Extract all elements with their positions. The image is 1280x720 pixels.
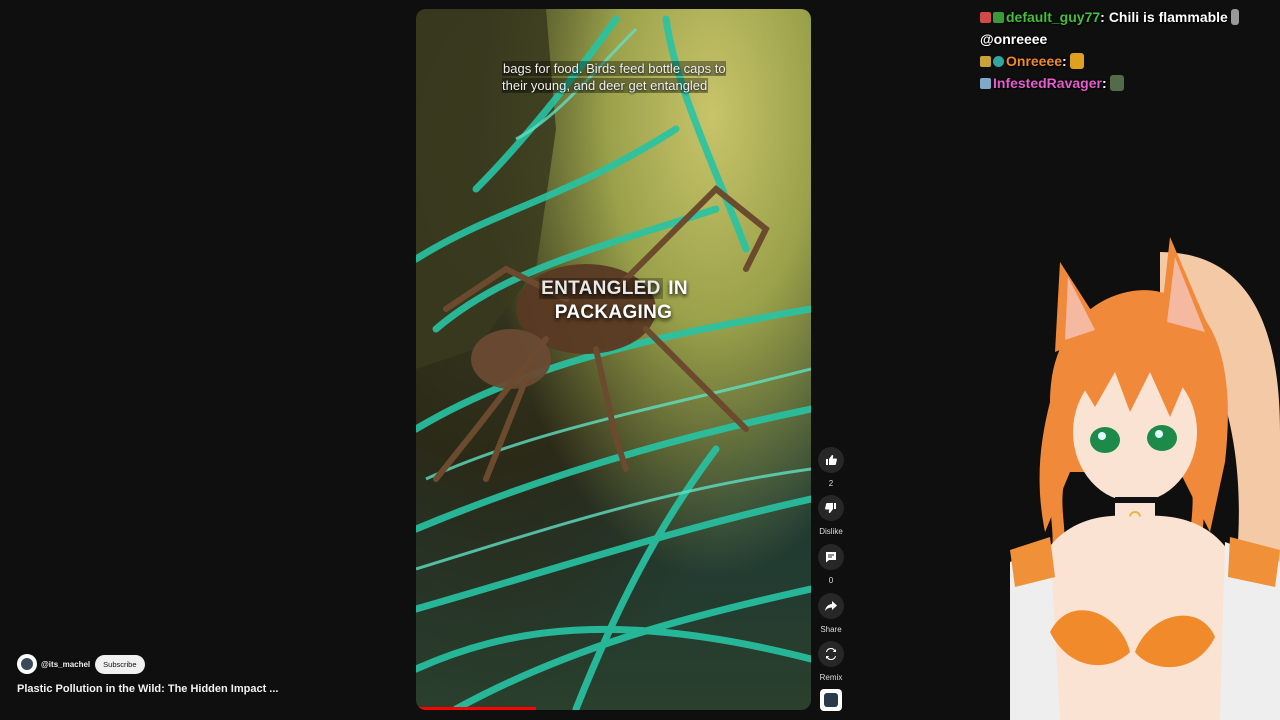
thumbs-up-icon xyxy=(826,455,837,465)
subscribe-button[interactable]: Subscribe xyxy=(95,654,145,674)
like-action: 2 xyxy=(817,447,845,488)
badge-icon xyxy=(980,11,991,23)
chat-separator: : xyxy=(1101,75,1107,91)
share-label: Share xyxy=(820,625,842,634)
remix-button[interactable] xyxy=(818,641,844,667)
video-progress-bar[interactable] xyxy=(416,707,536,710)
remix-icon xyxy=(826,648,836,660)
remix-action: Remix xyxy=(817,641,845,682)
channel-handle[interactable]: @its_machel xyxy=(41,660,90,669)
emote-icon xyxy=(1109,75,1124,91)
channel-logo xyxy=(824,693,838,707)
chat-separator: : xyxy=(1062,53,1067,69)
chat-message: default_guy77 : Chili is flammable xyxy=(980,6,1270,28)
channel-row: @its_machel Subscribe xyxy=(17,654,145,674)
chat-message: Onreeee : xyxy=(980,50,1270,72)
stream-chat-overlay: default_guy77 : Chili is flammable @onre… xyxy=(980,6,1270,94)
share-button[interactable] xyxy=(818,593,844,619)
chat-username: Onreeee xyxy=(1006,53,1063,69)
comment-button[interactable] xyxy=(818,544,844,570)
badge-icon xyxy=(980,77,991,89)
badge-icon xyxy=(980,55,991,67)
dislike-button[interactable] xyxy=(818,495,844,521)
video-frame-art xyxy=(416,9,811,710)
channel-thumbnail[interactable] xyxy=(820,689,842,711)
subtitle-caption: bags for food. Birds feed bottle caps to… xyxy=(502,61,726,93)
like-button[interactable] xyxy=(818,447,844,473)
badge-icon xyxy=(993,55,1004,67)
overlay-caption: ENTANGLED IN PACKAGING xyxy=(416,277,811,325)
comment-action: 0 xyxy=(817,544,845,585)
share-action: Share xyxy=(817,593,845,634)
chat-message: @onreeee xyxy=(980,28,1270,50)
chat-separator: : xyxy=(1100,9,1105,25)
remix-label: Remix xyxy=(819,673,843,682)
emote-icon xyxy=(1230,9,1239,25)
thumbs-down-icon xyxy=(825,503,836,513)
chat-message: InfestedRavager : xyxy=(980,72,1270,94)
comment-count: 0 xyxy=(828,576,834,585)
share-icon xyxy=(825,601,837,611)
badge-icon xyxy=(993,11,1004,23)
emote-icon xyxy=(1069,53,1084,69)
video-title[interactable]: Plastic Pollution in the Wild: The Hidde… xyxy=(17,683,278,695)
chat-username: InfestedRavager xyxy=(993,75,1102,91)
caption-word-in: IN xyxy=(668,278,688,299)
caption-line-packaging: PACKAGING xyxy=(554,302,673,323)
shorts-video-player[interactable]: bags for food. Birds feed bottle caps to… xyxy=(416,9,811,710)
avatar[interactable] xyxy=(17,654,37,674)
avatar-logo xyxy=(21,658,33,670)
vtuber-avatar-illustration xyxy=(1010,237,1280,720)
caption-word-entangled: ENTANGLED xyxy=(539,278,663,299)
dislike-action: Dislike xyxy=(817,495,845,536)
chat-username: default_guy77 xyxy=(1006,9,1101,25)
dislike-label: Dislike xyxy=(819,527,843,536)
chat-text: @onreeee xyxy=(980,31,1048,47)
like-count: 2 xyxy=(828,479,834,488)
chat-text: Chili is flammable xyxy=(1108,9,1228,25)
comment-icon xyxy=(826,552,836,563)
